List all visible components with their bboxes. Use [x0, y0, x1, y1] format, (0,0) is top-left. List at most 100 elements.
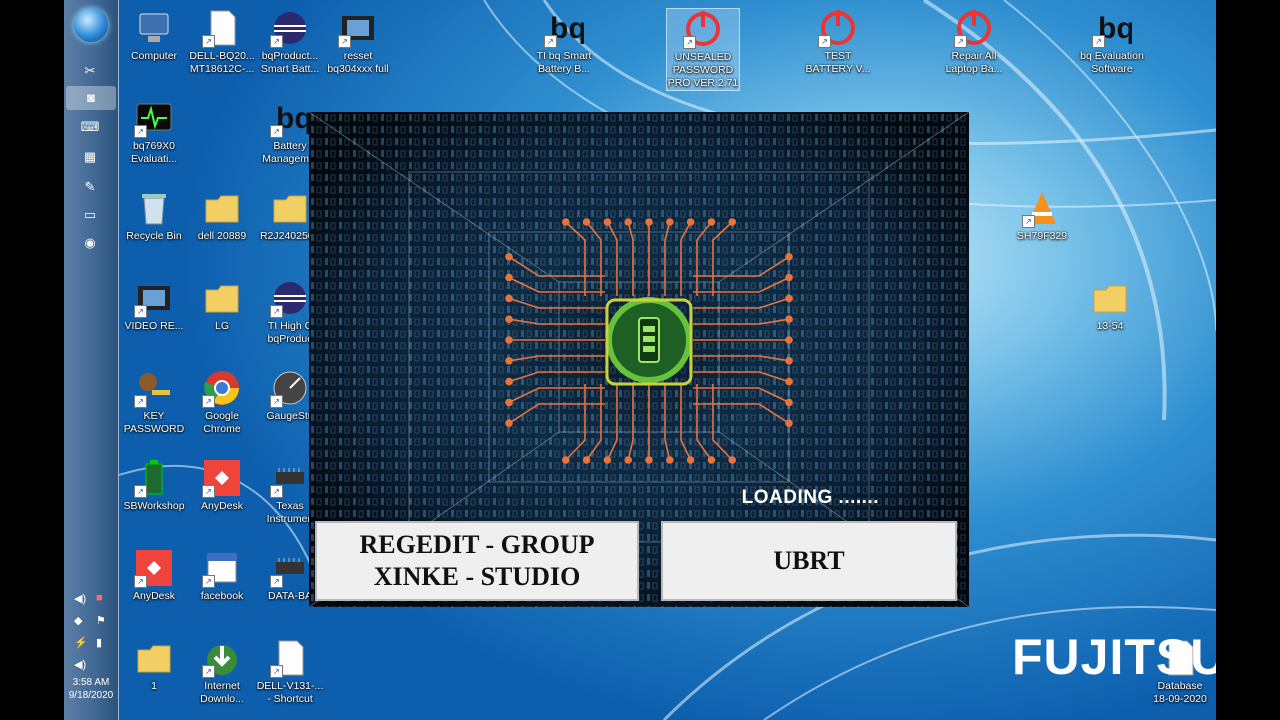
desktop-icon[interactable]: Computer: [118, 8, 190, 63]
bq-app-icon: bq ↗: [270, 98, 313, 138]
signal-icon[interactable]: ▮: [96, 636, 102, 649]
speaker-icon[interactable]: ◀): [74, 592, 86, 605]
splash-window: LOADING ....... REGEDIT - GROUP XINKE - …: [309, 112, 969, 607]
desktop-icon[interactable]: ↗ bq769X0 Evaluati...: [118, 98, 190, 166]
desktop-icon[interactable]: ↗ AnyDesk: [118, 548, 190, 603]
desktop-icon-label: 1: [151, 680, 157, 692]
power-icon[interactable]: ⚡: [74, 636, 88, 649]
desktop-icon[interactable]: ↗ KEY PASSWORD: [118, 368, 190, 436]
snipping-tool-icon[interactable]: ✂: [79, 62, 101, 80]
shortcut-arrow-icon: ↗: [683, 36, 696, 49]
desktop-icon-label: LG: [214, 320, 229, 332]
vlc-icon: ↗: [1022, 188, 1062, 228]
desktop-icon[interactable]: 13-54: [1074, 278, 1146, 333]
desktop-icon[interactable]: ↗ bqProduct... Smart Batt...: [254, 8, 326, 76]
desktop-icon-label: DELL-BQ20... MT18612C-...: [189, 50, 255, 75]
desktop-icon[interactable]: ↗ SBWorkshop: [118, 458, 190, 513]
desktop-icon[interactable]: dell 20889: [186, 188, 258, 243]
action-center-icon[interactable]: ⚑: [96, 614, 106, 627]
chip-icon: ↗: [270, 548, 310, 588]
shortcut-arrow-icon: ↗: [1022, 215, 1035, 228]
power-app-icon: ↗: [954, 8, 994, 48]
desktop-icon-label: dell 20889: [197, 230, 247, 242]
paint-icon[interactable]: ✎: [79, 178, 101, 196]
desktop-icon[interactable]: ↗ VIDEO RE...: [118, 278, 190, 333]
chrome-icon[interactable]: ◉: [79, 234, 101, 252]
desktop-icon[interactable]: 1: [118, 638, 190, 693]
shortcut-arrow-icon: ↗: [270, 35, 283, 48]
shortcut-arrow-icon: ↗: [270, 305, 283, 318]
desktop-icon-label: resset bq304xxx full: [327, 50, 389, 75]
battery-icon: ↗: [134, 458, 174, 498]
shortcut-arrow-icon: ↗: [202, 665, 215, 678]
network-icon[interactable]: ◆: [74, 614, 82, 627]
start-button[interactable]: [74, 8, 108, 42]
desktop-icon[interactable]: ↗ DELL-BQ20... MT18612C-...: [186, 8, 258, 76]
clock-date: 9/18/2020: [68, 690, 114, 701]
folder-icon: [202, 278, 242, 318]
regedit-button-line2: XINKE - STUDIO: [373, 562, 581, 591]
calculator-icon[interactable]: ▦: [79, 148, 101, 166]
oscilloscope-icon: ↗: [134, 98, 174, 138]
keyboard-icon[interactable]: ⌨: [79, 118, 101, 136]
desktop-icon-label: UNSEALED PASSWORD PRO VER 2.71: [667, 51, 739, 89]
antivirus-icon[interactable]: ■: [96, 592, 103, 604]
desktop-icon[interactable]: ↗ facebook: [186, 548, 258, 603]
desktop-icon-label: TI bq Smart Battery B...: [536, 50, 592, 75]
desktop-icon[interactable]: ↗ resset bq304xxx full: [322, 8, 394, 76]
desktop-icon[interactable]: ↗ SH79F329: [1006, 188, 1078, 243]
ubrt-button[interactable]: UBRT: [661, 521, 957, 601]
folder-icon: [270, 188, 310, 228]
desktop-icon[interactable]: bq ↗ bq Evaluation Software: [1076, 8, 1148, 76]
anydesk-icon: ↗: [134, 548, 174, 588]
desktop-icon-label: VIDEO RE...: [124, 320, 184, 332]
shortcut-arrow-icon: ↗: [270, 485, 283, 498]
system-clock[interactable]: 3:58 AM 9/18/2020: [64, 676, 118, 702]
desktop-icon[interactable]: bq ↗ TI bq Smart Battery B...: [528, 8, 600, 76]
fujitsu-logo: FUJITSU: [1012, 629, 1216, 685]
desktop-icon[interactable]: ↗ UNSEALED PASSWORD PRO VER 2.71: [666, 8, 740, 91]
shortcut-arrow-icon: ↗: [202, 35, 215, 48]
regedit-group-button[interactable]: REGEDIT - GROUP XINKE - STUDIO: [315, 521, 639, 601]
desktop-icon[interactable]: LG: [186, 278, 258, 333]
volume-icon[interactable]: ◀): [74, 658, 86, 671]
anydesk-icon: ↗: [202, 458, 242, 498]
desktop-icon[interactable]: ↗ Repair All Laptop Ba...: [938, 8, 1010, 76]
desktop-icon[interactable]: Recycle Bin: [118, 188, 190, 243]
folder-icon: [1090, 278, 1130, 318]
video-icon: ↗: [134, 278, 174, 318]
desktop-icon[interactable]: ↗ Google Chrome: [186, 368, 258, 436]
folder-icon: [202, 188, 242, 228]
chrome-icon: ↗: [202, 368, 242, 408]
desktop-icon-label: Google Chrome: [203, 410, 241, 435]
desktop-icon[interactable]: ↗ Internet Downlo...: [186, 638, 258, 706]
desktop-icon-label: Computer: [130, 50, 178, 62]
shortcut-arrow-icon: ↗: [818, 35, 831, 48]
desktop-icon-label: AnyDesk: [200, 500, 243, 512]
document-icon: ↗: [202, 8, 242, 48]
desktop-icon[interactable]: ↗ DELL-V131-... - Shortcut: [254, 638, 326, 706]
shortcut-arrow-icon: ↗: [134, 575, 147, 588]
folder-icon[interactable]: ▭: [79, 206, 101, 224]
power-app-icon: ↗: [818, 8, 858, 48]
desktop-icon-label: AnyDesk: [132, 590, 175, 602]
shortcut-arrow-icon: ↗: [202, 575, 215, 588]
download-manager-icon: ↗: [202, 638, 242, 678]
shortcut-arrow-icon: ↗: [544, 35, 557, 48]
shortcut-arrow-icon: ↗: [954, 35, 967, 48]
regedit-button-line1: REGEDIT - GROUP: [359, 530, 595, 559]
camera-icon[interactable]: ◙: [66, 86, 116, 110]
desktop-icon-label: TEST BATTERY V...: [805, 50, 871, 75]
desktop-icon-label: Repair All Laptop Ba...: [945, 50, 1003, 75]
shortcut-arrow-icon: ↗: [1092, 35, 1105, 48]
desktop-icon[interactable]: ↗ AnyDesk: [186, 458, 258, 513]
gauge-icon: ↗: [270, 368, 310, 408]
desktop-icon-label: bq Evaluation Software: [1080, 50, 1144, 75]
calendar-icon: ↗: [202, 548, 242, 588]
loading-text: LOADING .......: [741, 487, 879, 508]
clock-time: 3:58 AM: [72, 677, 110, 688]
computer-icon: [134, 8, 174, 48]
desktop-icon-label: KEY PASSWORD: [123, 410, 185, 435]
key-password-icon: ↗: [134, 368, 174, 408]
desktop-icon[interactable]: ↗ TEST BATTERY V...: [802, 8, 874, 76]
